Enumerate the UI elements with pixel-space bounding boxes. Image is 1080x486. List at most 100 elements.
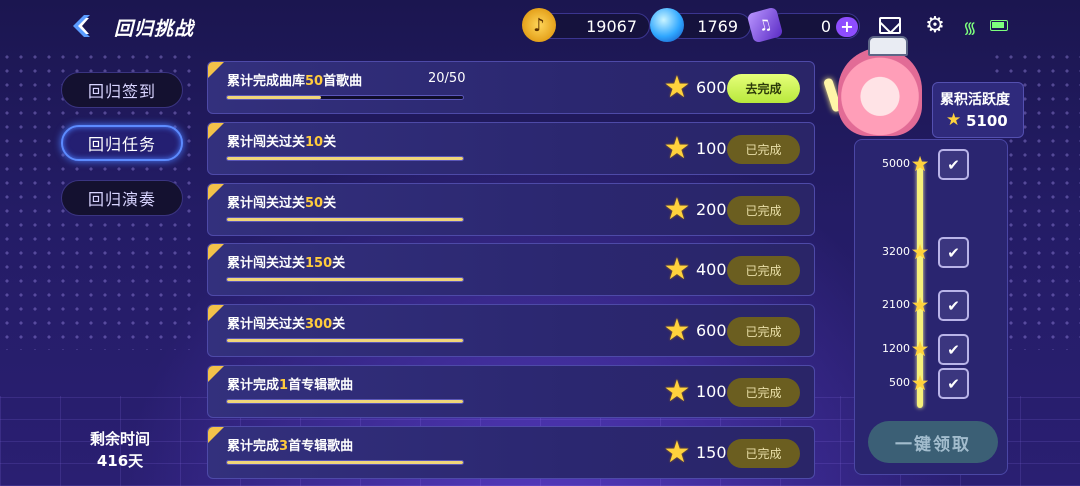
task-name-suffix: 关 bbox=[323, 135, 337, 150]
task-name-prefix: 累计完成 bbox=[227, 378, 280, 393]
star-icon: ★ bbox=[663, 192, 691, 227]
task-name-suffix: 关 bbox=[323, 196, 337, 211]
task-progress-fill bbox=[227, 461, 463, 464]
task-name: 累计完成3首专辑歌曲 bbox=[227, 435, 353, 454]
task-row: 累计闯关过关150关 ★ 400 已完成 bbox=[207, 243, 815, 296]
milestone-reward-check-icon[interactable]: ✔ bbox=[938, 237, 969, 268]
task-name-suffix: 首歌曲 bbox=[323, 74, 363, 89]
milestone-reward-check-icon[interactable]: ✔ bbox=[938, 334, 969, 365]
task-progress-bar bbox=[226, 217, 464, 222]
task-reward: 600 bbox=[696, 321, 727, 340]
back-arrow-icon bbox=[73, 15, 90, 37]
remaining-time-value: 416天 bbox=[96, 452, 144, 470]
task-name-number: 10 bbox=[305, 135, 324, 150]
task-progress-fill bbox=[227, 278, 463, 281]
task-name-prefix: 累计闯关过关 bbox=[227, 135, 306, 150]
task-name-prefix: 累计闯关过关 bbox=[227, 256, 306, 271]
mascot-hat bbox=[868, 36, 908, 56]
task-reward: 600 bbox=[696, 78, 727, 97]
task-progress-count: 20/50 bbox=[428, 71, 466, 86]
add-ticket-button[interactable]: + bbox=[836, 17, 858, 37]
star-icon: ★ bbox=[946, 110, 962, 130]
task-progress-fill bbox=[227, 96, 322, 99]
task-name-prefix: 累计完成曲库 bbox=[227, 74, 306, 89]
task-row: 累计闯关过关300关 ★ 600 已完成 bbox=[207, 304, 815, 357]
star-icon: ★ bbox=[663, 252, 691, 287]
activity-score: 5100 bbox=[966, 112, 1008, 130]
task-progress-bar bbox=[226, 277, 464, 282]
task-name-suffix: 首专辑歌曲 bbox=[288, 378, 354, 393]
task-name: 累计闯关过关50关 bbox=[227, 192, 336, 211]
task-reward: 150 bbox=[696, 443, 727, 462]
ticket-value: 0 bbox=[820, 16, 831, 36]
task-name-suffix: 关 bbox=[332, 317, 346, 332]
milestone-star-icon: ★ bbox=[910, 240, 930, 264]
task-progress-fill bbox=[227, 339, 463, 342]
remaining-time-label: 剩余时间 bbox=[89, 430, 150, 448]
task-progress-fill bbox=[227, 218, 463, 221]
task-progress-bar bbox=[226, 95, 464, 100]
milestone-star-icon: ★ bbox=[910, 337, 930, 361]
star-icon: ★ bbox=[663, 374, 691, 409]
task-row: 累计闯关过关50关 ★ 200 已完成 bbox=[207, 183, 815, 236]
back-button[interactable] bbox=[64, 10, 98, 42]
task-name-prefix: 累计闯关过关 bbox=[227, 317, 306, 332]
task-name-suffix: 关 bbox=[332, 256, 346, 271]
completed-button[interactable]: 已完成 bbox=[727, 378, 800, 407]
tab-return-signin[interactable]: 回归签到 bbox=[61, 72, 183, 108]
task-name-number: 3 bbox=[279, 439, 289, 454]
completed-button[interactable]: 已完成 bbox=[727, 256, 800, 285]
task-reward: 100 bbox=[696, 139, 727, 158]
tab-return-play[interactable]: 回归演奏 bbox=[61, 180, 183, 216]
milestone-value: 5000 bbox=[882, 157, 910, 170]
coin-value: 19067 bbox=[586, 16, 637, 36]
task-name-prefix: 累计闯关过关 bbox=[227, 196, 306, 211]
task-progress-bar bbox=[226, 460, 464, 465]
milestone-value: 3200 bbox=[882, 245, 910, 258]
star-icon: ★ bbox=[663, 131, 691, 166]
milestone-star-icon: ★ bbox=[910, 293, 930, 317]
star-icon: ★ bbox=[663, 435, 691, 470]
task-name: 累计闯关过关150关 bbox=[227, 252, 345, 271]
completed-button[interactable]: 已完成 bbox=[727, 135, 800, 164]
milestone-value: 500 bbox=[889, 376, 910, 389]
task-row: 累计闯关过关10关 ★ 100 已完成 bbox=[207, 122, 815, 175]
task-name-number: 50 bbox=[305, 74, 324, 89]
star-icon: ★ bbox=[663, 313, 691, 348]
task-progress-bar bbox=[226, 338, 464, 343]
milestone-star-icon: ★ bbox=[910, 152, 930, 176]
task-name: 累计闯关过关10关 bbox=[227, 131, 336, 150]
milestone-reward-check-icon[interactable]: ✔ bbox=[938, 290, 969, 321]
blue-orb-icon bbox=[650, 8, 684, 42]
task-progress-fill bbox=[227, 157, 463, 160]
claim-all-button[interactable]: 一键领取 bbox=[868, 421, 998, 463]
page-title: 回归挑战 bbox=[114, 18, 195, 40]
milestone-reward-check-icon[interactable]: ✔ bbox=[938, 368, 969, 399]
task-name: 累计闯关过关300关 bbox=[227, 313, 345, 332]
task-name-number: 50 bbox=[305, 196, 324, 211]
task-name-number: 150 bbox=[305, 256, 333, 271]
battery-icon bbox=[990, 20, 1008, 31]
task-name-suffix: 首专辑歌曲 bbox=[288, 439, 354, 454]
completed-button[interactable]: 已完成 bbox=[727, 196, 800, 225]
task-name-prefix: 累计完成 bbox=[227, 439, 280, 454]
task-name-number: 300 bbox=[305, 317, 333, 332]
task-progress-bar bbox=[226, 156, 464, 161]
tab-return-tasks[interactable]: 回归任务 bbox=[61, 125, 183, 161]
task-reward: 100 bbox=[696, 382, 727, 401]
completed-button[interactable]: 已完成 bbox=[727, 439, 800, 468]
go-complete-button[interactable]: 去完成 bbox=[727, 74, 800, 103]
milestone-reward-check-icon[interactable]: ✔ bbox=[938, 149, 969, 180]
gem-value: 1769 bbox=[697, 16, 738, 36]
mail-icon[interactable] bbox=[879, 17, 901, 34]
music-coin-icon: ♪ bbox=[522, 8, 556, 42]
milestone-star-icon: ★ bbox=[910, 371, 930, 395]
star-icon: ★ bbox=[663, 70, 691, 105]
gear-icon[interactable]: ⚙ bbox=[924, 15, 946, 37]
task-row: 累计完成1首专辑歌曲 ★ 100 已完成 bbox=[207, 365, 815, 418]
task-name: 累计完成曲库50首歌曲 bbox=[227, 70, 362, 89]
completed-button[interactable]: 已完成 bbox=[727, 317, 800, 346]
top-bar: 回归挑战 19067 ♪ 1769 0 ♫ + ⚙ ᯾ bbox=[0, 0, 1080, 52]
task-name: 累计完成1首专辑歌曲 bbox=[227, 374, 353, 393]
mascot-avatar bbox=[838, 48, 922, 136]
